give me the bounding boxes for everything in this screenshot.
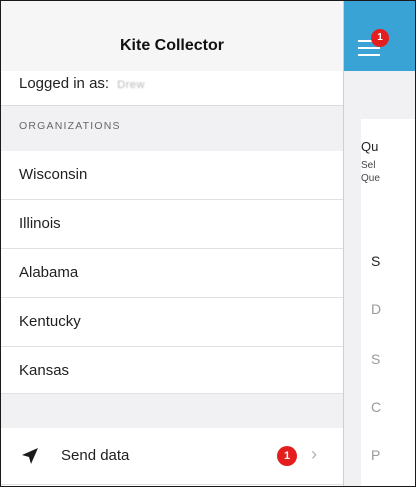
app-frame: Kite Collector Logged in as: Drew ORGANI…: [0, 0, 416, 487]
section-label-organizations: ORGANIZATIONS: [19, 120, 121, 132]
org-item-kentucky[interactable]: Kentucky: [1, 298, 343, 347]
card-list-item[interactable]: C: [371, 399, 381, 415]
send-arrow-icon: [22, 448, 38, 464]
card-list-item[interactable]: S: [371, 351, 380, 367]
send-data-row[interactable]: Send data 1 ›: [1, 428, 343, 485]
org-label: Kansas: [19, 362, 70, 379]
card-list-item[interactable]: D: [371, 301, 381, 317]
org-item-illinois[interactable]: Illinois: [1, 200, 343, 249]
side-menu: Kite Collector Logged in as: Drew ORGANI…: [1, 1, 343, 486]
org-item-kansas[interactable]: Kansas: [1, 347, 343, 395]
organization-list: Wisconsin Illinois Alabama Kentucky Kans…: [1, 151, 343, 395]
card-list-item[interactable]: P: [371, 447, 380, 463]
org-item-alabama[interactable]: Alabama: [1, 249, 343, 298]
org-label: Wisconsin: [19, 166, 88, 183]
org-item-wisconsin[interactable]: Wisconsin: [1, 151, 343, 200]
menu-notification-badge: 1: [371, 29, 389, 47]
send-data-label: Send data: [61, 447, 130, 464]
section-spacer: [1, 393, 343, 428]
send-data-count-badge: 1: [277, 446, 297, 466]
app-title: Kite Collector: [119, 37, 224, 54]
card-title: Qu: [361, 139, 379, 154]
main-panel: 1 Qu Sel Que S D S C P C: [344, 1, 415, 486]
logged-in-label: Logged in as:: [19, 75, 110, 92]
card-list-item[interactable]: S: [371, 253, 380, 269]
chevron-right-icon: ›: [311, 444, 317, 464]
user-name: Drew: [117, 79, 145, 91]
org-label: Illinois: [19, 215, 61, 232]
card-subtitle: Que: [361, 173, 380, 184]
logged-in-status: Logged in as: Drew: [19, 75, 145, 92]
org-label: Alabama: [19, 264, 79, 281]
top-bar: 1: [344, 1, 415, 71]
org-label: Kentucky: [19, 313, 81, 330]
side-menu-header: Kite Collector: [1, 1, 343, 71]
card-subtitle: Sel: [361, 160, 376, 171]
